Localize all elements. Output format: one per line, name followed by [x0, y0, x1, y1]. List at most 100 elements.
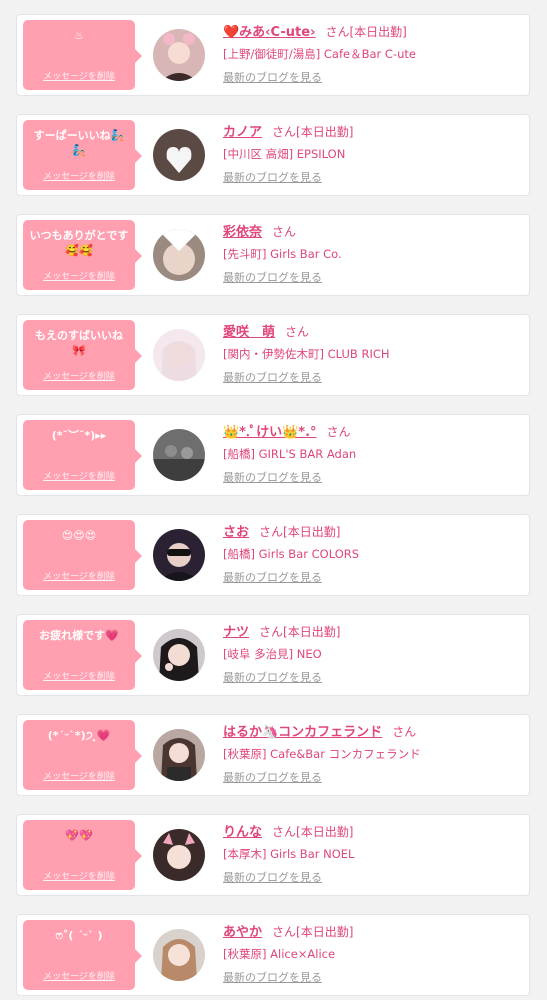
cast-name-link[interactable]: はるか🦄コンカフェランド: [223, 725, 382, 740]
latest-blog-link[interactable]: 最新のブログを見る: [223, 769, 322, 785]
message-card: 😍😍😍 メッセージを削除 さお さん[本日出勤] [船橋] Girls Bar C…: [16, 514, 530, 596]
message-text: もえのすばいいね🎀: [35, 329, 123, 357]
latest-blog-link[interactable]: 最新のブログを見る: [223, 369, 322, 385]
shop-info: [船橋] Girls Bar COLORS: [223, 547, 360, 561]
delete-message-link[interactable]: メッセージを削除: [23, 69, 135, 82]
delete-message-link[interactable]: メッセージを削除: [23, 769, 135, 782]
message-bubble: いつもありがとです🥰🥰 メッセージを削除: [23, 220, 142, 290]
avatar-photo-icon: [153, 729, 205, 781]
message-text: すーぱーいいね🧞🧞: [33, 129, 125, 157]
cast-status: さん: [285, 325, 310, 339]
message-card: すーぱーいいね🧞🧞 メッセージを削除 カノア さん[本日出勤] [中川区 高畑] …: [16, 114, 530, 196]
latest-blog-link[interactable]: 最新のブログを見る: [223, 269, 322, 285]
avatar-photo-icon: [153, 129, 205, 181]
avatar[interactable]: [153, 629, 205, 681]
latest-blog-link[interactable]: 最新のブログを見る: [223, 669, 322, 685]
message-card: お疲れ様です💗 メッセージを削除 ナツ さん[本日出勤] [岐阜 多治見] NEO…: [16, 614, 530, 696]
delete-message-link[interactable]: メッセージを削除: [23, 569, 135, 582]
latest-blog-link[interactable]: 最新のブログを見る: [223, 469, 322, 485]
cast-status: さん: [272, 225, 297, 239]
delete-message-link[interactable]: メッセージを削除: [23, 369, 135, 382]
delete-message-link[interactable]: メッセージを削除: [23, 969, 135, 982]
avatar[interactable]: [153, 229, 205, 281]
cast-status: さん[本日出勤]: [325, 25, 407, 39]
cast-status: さん[本日出勤]: [272, 125, 354, 139]
delete-message-link[interactable]: メッセージを削除: [23, 269, 135, 282]
avatar-photo-icon: [153, 29, 205, 81]
shop-info: [岐阜 多治見] NEO: [223, 647, 322, 661]
cast-status: さん[本日出勤]: [259, 625, 341, 639]
avatar[interactable]: [153, 729, 205, 781]
avatar-photo-icon: [153, 229, 205, 281]
message-text: 😍😍😍: [61, 529, 97, 542]
message-card: ෆ˚( ˊᵕˋ ) メッセージを削除 あやか さん[本日出勤] [秋葉原] Ali…: [16, 914, 530, 996]
message-bubble: (*˘︶˘*)▸▸ メッセージを削除: [23, 420, 142, 490]
delete-message-link[interactable]: メッセージを削除: [23, 469, 135, 482]
cast-status: さん[本日出勤]: [272, 925, 354, 939]
message-card: (*ˊᵕˋ*)੭ ̥💗 メッセージを削除 はるか🦄コンカフェランド さん [秋葉原…: [16, 714, 530, 796]
message-text: お疲れ様です💗: [39, 629, 119, 642]
message-card: (*˘︶˘*)▸▸ メッセージを削除 👑*.ﾟけい👑*.° さん [船橋] GIR…: [16, 414, 530, 496]
message-card: ♨ メッセージを削除 ❤️みあ‹C-ute› さん[本日出勤] [上野/御徒町/湯…: [16, 14, 530, 96]
message-card: いつもありがとです🥰🥰 メッセージを削除 彩依奈 さん [先斗町] Girls B…: [16, 214, 530, 296]
shop-info: [上野/御徒町/湯島] Cafe＆Bar C-ute: [223, 47, 416, 61]
shop-info: [先斗町] Girls Bar Co.: [223, 247, 342, 261]
message-bubble: ෆ˚( ˊᵕˋ ) メッセージを削除: [23, 920, 142, 990]
message-text: ෆ˚( ˊᵕˋ ): [55, 929, 103, 942]
shop-info: [秋葉原] Alice×Alice: [223, 947, 336, 961]
cast-name-link[interactable]: 愛咲 萌: [223, 325, 275, 340]
avatar[interactable]: [153, 329, 205, 381]
message-card: もえのすばいいね🎀 メッセージを削除 愛咲 萌さん [関内・伊勢佐木町] CLU…: [16, 314, 530, 396]
cast-status: さん[本日出勤]: [259, 525, 341, 539]
cast-name-link[interactable]: ナツ: [223, 625, 249, 640]
shop-info: [中川区 高畑] EPSILON: [223, 147, 346, 161]
latest-blog-link[interactable]: 最新のブログを見る: [223, 69, 322, 85]
cast-name-link[interactable]: りんな: [223, 825, 262, 840]
message-bubble: もえのすばいいね🎀 メッセージを削除: [23, 320, 142, 390]
latest-blog-link[interactable]: 最新のブログを見る: [223, 169, 322, 185]
message-text: ♨: [74, 29, 84, 42]
message-bubble: ♨ メッセージを削除: [23, 20, 142, 90]
avatar-photo-icon: [153, 329, 205, 381]
cast-name-link[interactable]: 彩依奈: [223, 225, 262, 240]
latest-blog-link[interactable]: 最新のブログを見る: [223, 969, 322, 985]
message-bubble: お疲れ様です💗 メッセージを削除: [23, 620, 142, 690]
avatar[interactable]: [153, 529, 205, 581]
avatar[interactable]: [153, 929, 205, 981]
avatar[interactable]: [153, 429, 205, 481]
cast-name-link[interactable]: 👑*.ﾟけい👑*.°: [223, 425, 317, 440]
cast-status: さん: [392, 725, 417, 739]
avatar[interactable]: [153, 829, 205, 881]
cast-status: さん: [326, 425, 351, 439]
cast-name-link[interactable]: あやか: [223, 925, 262, 940]
latest-blog-link[interactable]: 最新のブログを見る: [223, 569, 322, 585]
latest-blog-link[interactable]: 最新のブログを見る: [223, 869, 322, 885]
avatar-photo-icon: [153, 929, 205, 981]
avatar[interactable]: [153, 29, 205, 81]
message-card: 💖💖 メッセージを削除 りんな さん[本日出勤] [本厚木] Girls Bar …: [16, 814, 530, 896]
shop-info: [関内・伊勢佐木町] CLUB RICH: [223, 347, 390, 361]
shop-info: [本厚木] Girls Bar NOEL: [223, 847, 355, 861]
message-text: 💖💖: [65, 829, 93, 842]
message-bubble: 😍😍😍 メッセージを削除: [23, 520, 142, 590]
message-list: ♨ メッセージを削除 ❤️みあ‹C-ute› さん[本日出勤] [上野/御徒町/湯…: [0, 0, 547, 1000]
message-bubble: 💖💖 メッセージを削除: [23, 820, 142, 890]
avatar[interactable]: [153, 129, 205, 181]
cast-name-link[interactable]: さお: [223, 525, 249, 540]
avatar-photo-icon: [153, 529, 205, 581]
message-text: いつもありがとです🥰🥰: [29, 229, 129, 257]
message-text: (*˘︶˘*)▸▸: [51, 429, 107, 442]
message-text: (*ˊᵕˋ*)੭ ̥💗: [47, 729, 111, 742]
delete-message-link[interactable]: メッセージを削除: [23, 869, 135, 882]
message-bubble: すーぱーいいね🧞🧞 メッセージを削除: [23, 120, 142, 190]
shop-info: [船橋] GIRL'S BAR Adan: [223, 447, 357, 461]
avatar-photo-icon: [153, 829, 205, 881]
cast-name-link[interactable]: ❤️みあ‹C-ute›: [223, 25, 315, 40]
cast-status: さん[本日出勤]: [272, 825, 354, 839]
delete-message-link[interactable]: メッセージを削除: [23, 169, 135, 182]
shop-info: [秋葉原] Cafe&Bar コンカフェランド: [223, 747, 421, 761]
cast-name-link[interactable]: カノア: [223, 125, 262, 140]
delete-message-link[interactable]: メッセージを削除: [23, 669, 135, 682]
message-bubble: (*ˊᵕˋ*)੭ ̥💗 メッセージを削除: [23, 720, 142, 790]
avatar-photo-icon: [153, 429, 205, 481]
